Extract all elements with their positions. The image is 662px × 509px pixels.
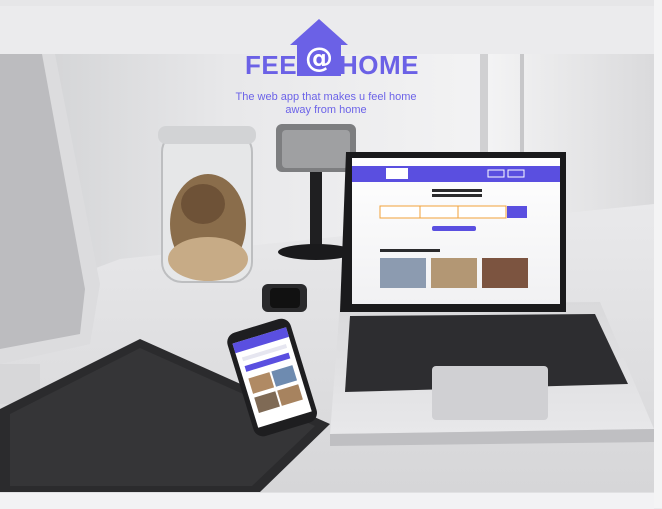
tagline-line-1: The web app that makes u feel home [235,91,417,103]
tagline: The web app that makes u feel home away … [226,91,426,117]
page: @ FEEL HOME The web app that makes u fee… [0,0,662,509]
brand-logo[interactable]: @ FEEL HOME [243,19,419,81]
top-strip [0,0,654,6]
tagline-line-2: away from home [285,104,367,116]
logo-text-home: HOME [339,50,419,80]
bottom-strip [0,492,654,509]
logo-text-feel: FEEL [245,50,314,80]
scrollbar-gutter[interactable] [654,0,662,508]
hero-image [0,54,654,492]
